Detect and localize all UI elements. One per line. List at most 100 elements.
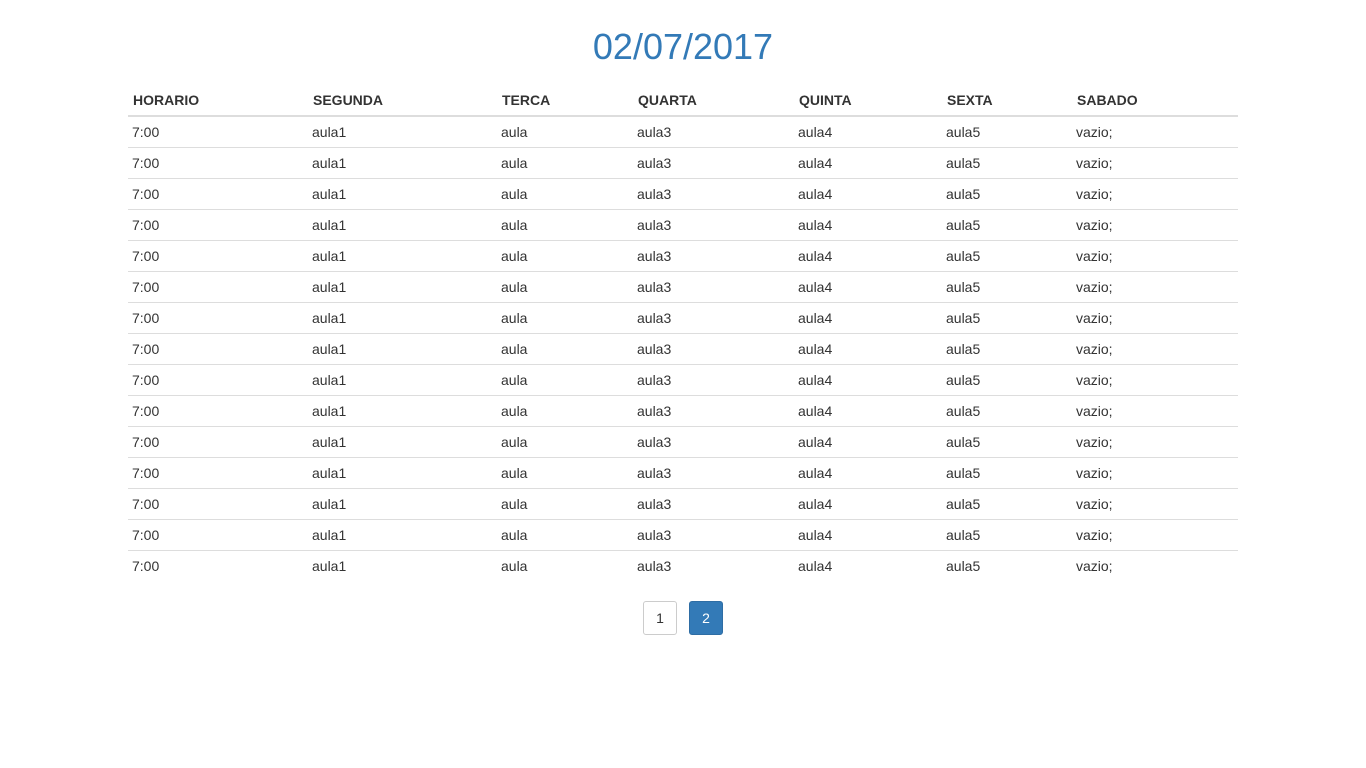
table-cell-quinta: aula4 [794, 333, 942, 365]
table-cell-segunda: aula1 [308, 240, 497, 272]
table-cell-terca: aula [497, 209, 633, 241]
table-cell-terca: aula [497, 519, 633, 551]
table-cell-segunda: aula1 [308, 395, 497, 427]
table-cell-horario: 7:00 [132, 124, 160, 140]
table-cell-quinta: aula4 [794, 271, 942, 303]
table-cell-sexta: aula5 [942, 488, 1072, 520]
table-cell-terca: aula [497, 395, 633, 427]
table-cell-quarta: aula3 [633, 147, 794, 179]
table-cell-horario: 7:00 [128, 271, 308, 303]
table-cell-sexta: aula5 [942, 271, 1072, 303]
table-row: 7:00 aula1 aula aula3 aula4 aula5 vazio; [128, 302, 1238, 334]
table-cell-quarta: aula3 [633, 302, 794, 334]
table-row: 7:00 aula1 aula aula3 aula4 aula5 vazio; [128, 457, 1238, 489]
table-cell-quinta: aula4 [794, 426, 942, 458]
table-cell-segunda: aula1 [308, 550, 497, 581]
table-cell-sabado: vazio; [1072, 240, 1238, 272]
table-cell-terca: aula [497, 240, 633, 272]
table-cell-segunda: aula1 [308, 519, 497, 551]
column-header-terca: TERCA [497, 84, 633, 117]
column-header-sabado: SABADO [1072, 84, 1238, 117]
table-cell-sabado: vazio; [1072, 364, 1238, 396]
table-row: 7:00 aula1 aula aula3 aula4 aula5 vazio; [128, 333, 1238, 365]
table-cell-terca: aula [497, 333, 633, 365]
table-cell-segunda: aula1 [308, 147, 497, 179]
pagination: 12 [0, 601, 1366, 635]
table-cell-horario: 7:00 [128, 519, 308, 551]
table-cell-segunda: aula1 [308, 178, 497, 210]
table-cell-quarta: aula3 [637, 124, 672, 140]
table-row: 7:00 aula1 aula aula3 aula4 aula5 vazio; [128, 116, 1238, 148]
table-cell-sabado: vazio; [1072, 488, 1238, 520]
table-cell-sexta: aula5 [942, 240, 1072, 272]
table-row: 7:00 aula1 aula aula3 aula4 aula5 vazio; [128, 519, 1238, 551]
table-cell-sexta: aula5 [942, 364, 1072, 396]
table-cell-quarta: aula3 [633, 426, 794, 458]
table-cell-segunda: aula1 [312, 124, 347, 140]
table-cell-sexta: aula5 [946, 124, 981, 140]
table-cell-horario: 7:00 [128, 426, 308, 458]
table-row: 7:00 aula1 aula aula3 aula4 aula5 vazio; [128, 271, 1238, 303]
table-cell-quarta: aula3 [633, 519, 794, 551]
table-cell-segunda: aula1 [308, 426, 497, 458]
table-cell-sabado: vazio; [1072, 209, 1238, 241]
table-cell-quinta: aula4 [794, 209, 942, 241]
table-cell-terca: aula [497, 271, 633, 303]
table-cell-sabado: vazio; [1072, 178, 1238, 210]
column-header-horario: HORARIO [128, 84, 308, 117]
table-cell-quarta: aula3 [633, 178, 794, 210]
table-cell-sexta: aula5 [942, 302, 1072, 334]
page-button-1[interactable]: 1 [643, 601, 677, 635]
table-cell-sexta: aula5 [942, 550, 1072, 581]
header-row: HORARIO SEGUNDA TERCA QUARTA QUINTA SEXTA SABA… [128, 84, 1238, 117]
table-cell-terca: aula [497, 457, 633, 489]
table-row: 7:00 aula1 aula aula3 aula4 aula5 vazio; [128, 240, 1238, 272]
column-header-quarta: QUARTA [633, 84, 794, 117]
schedule-table: HORARIO SEGUNDA TERCA QUARTA QUINTA SEXTA SABA… [128, 84, 1238, 581]
table-cell-quinta: aula4 [794, 457, 942, 489]
table-cell-horario: 7:00 [128, 395, 308, 427]
table-cell-terca: aula [497, 550, 633, 581]
table-row: 7:00 aula1 aula aula3 aula4 aula5 vazio; [128, 550, 1238, 581]
table-cell-segunda: aula1 [308, 488, 497, 520]
table-row: 7:00 aula1 aula aula3 aula4 aula5 vazio; [128, 147, 1238, 179]
table-cell-horario: 7:00 [128, 488, 308, 520]
table-row: 7:00 aula1 aula aula3 aula4 aula5 vazio; [128, 426, 1238, 458]
table-cell-horario: 7:00 [128, 333, 308, 365]
table-row: 7:00 aula1 aula aula3 aula4 aula5 vazio; [128, 178, 1238, 210]
table-cell-terca: aula [497, 147, 633, 179]
table-cell-segunda: aula1 [308, 209, 497, 241]
table-cell-quinta: aula4 [794, 364, 942, 396]
column-header-quinta: QUINTA [794, 84, 942, 117]
table-cell-quinta: aula4 [794, 240, 942, 272]
table-body: 7:00 aula1 aula aula3 aula4 aula5 vazio; 7:00 au… [128, 116, 1238, 581]
column-header-segunda: SEGUNDA [308, 84, 497, 117]
page-button-2[interactable]: 2 [689, 601, 723, 635]
table-cell-sabado: vazio; [1072, 426, 1238, 458]
table-cell-horario: 7:00 [128, 550, 308, 581]
table-cell-sabado: vazio; [1072, 302, 1238, 334]
table-cell-quinta: aula4 [794, 519, 942, 551]
table-cell-quarta: aula3 [633, 364, 794, 396]
table-cell-horario: 7:00 [128, 240, 308, 272]
table-cell-sexta: aula5 [942, 333, 1072, 365]
table-cell-sexta: aula5 [942, 178, 1072, 210]
table-cell-terca: aula [497, 178, 633, 210]
table-cell-quarta: aula3 [633, 395, 794, 427]
table-cell-sabado: vazio; [1072, 271, 1238, 303]
table-cell-terca: aula [497, 302, 633, 334]
table-cell-sexta: aula5 [942, 147, 1072, 179]
table-cell-sabado: vazio; [1072, 457, 1238, 489]
table-cell-terca: aula [497, 426, 633, 458]
table-cell-sexta: aula5 [942, 395, 1072, 427]
table-cell-quinta: aula4 [794, 395, 942, 427]
page-title: 02/07/2017 [592, 26, 774, 67]
table-cell-sabado: vazio; [1076, 124, 1113, 140]
table-cell-sexta: aula5 [942, 209, 1072, 241]
table-cell-segunda: aula1 [308, 333, 497, 365]
table-row: 7:00 aula1 aula aula3 aula4 aula5 vazio; [128, 209, 1238, 241]
page: 02/07/2017 HORARIO SEGUNDA TERCA QUARTA QUIN… [0, 0, 1366, 768]
table-cell-sabado: vazio; [1072, 519, 1238, 551]
table-cell-sexta: aula5 [942, 426, 1072, 458]
table-cell-horario: 7:00 [128, 364, 308, 396]
